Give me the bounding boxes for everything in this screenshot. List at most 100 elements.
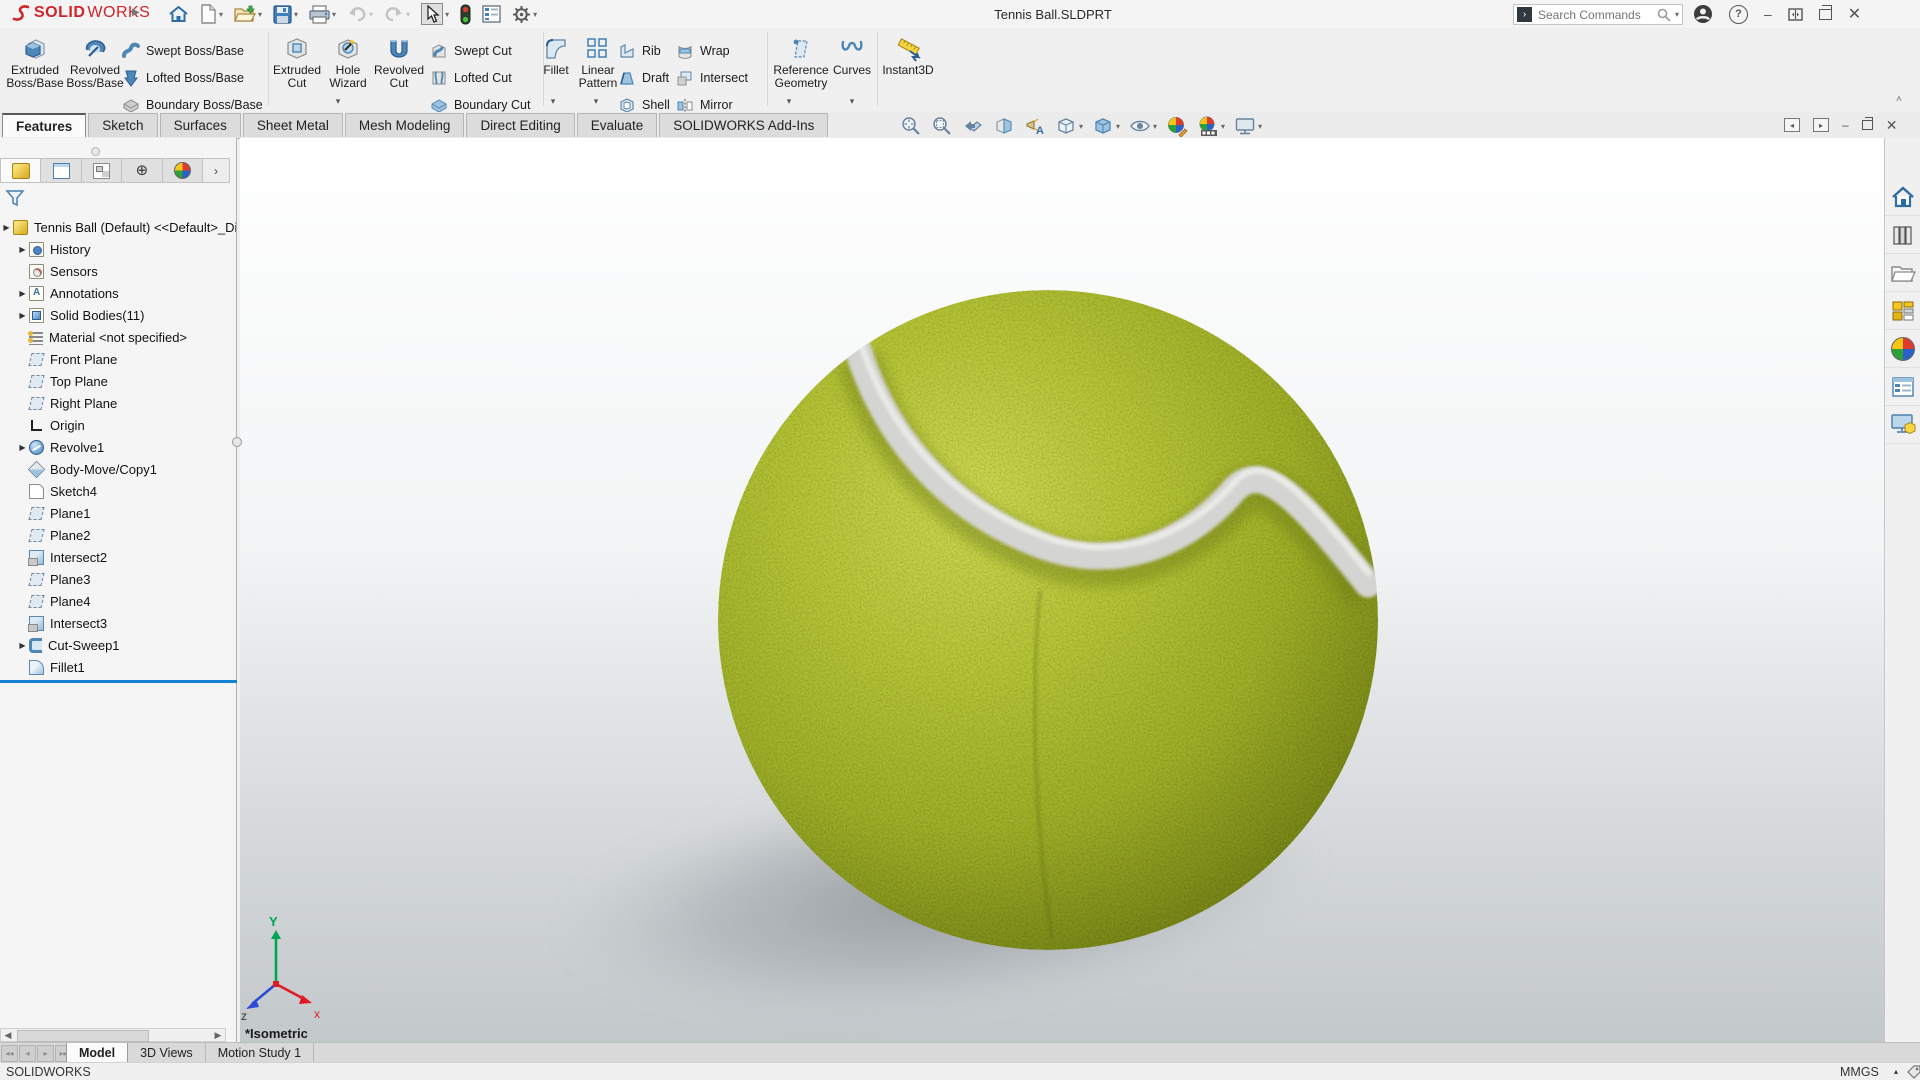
taskpane-design-library-button[interactable] (1885, 216, 1920, 254)
taskpane-file-explorer-button[interactable] (1885, 254, 1920, 292)
zoom-to-area-button[interactable] (931, 115, 953, 137)
apply-scene-button[interactable]: ▾ (1197, 115, 1225, 137)
tree-item[interactable]: ▶ Material <not specified> (0, 326, 236, 348)
fillet-flyout-arrow[interactable]: ▾ (545, 96, 561, 107)
dynamic-annotation-views-button[interactable]: A (1024, 115, 1046, 137)
document-tab[interactable]: 3D Views (128, 1043, 206, 1063)
ribbon-collapse-chevron[interactable]: ˄ (1896, 94, 1902, 105)
intersect-button[interactable]: Intersect (676, 69, 748, 87)
filter-funnel-icon[interactable] (5, 188, 25, 208)
select-tool-dropdown[interactable]: ▾ (445, 10, 449, 19)
tree-item[interactable]: ▶ Intersect3 (0, 612, 236, 634)
user-account-icon[interactable] (1693, 4, 1713, 24)
split-pane-right-button[interactable]: ▸ (1813, 118, 1829, 132)
maximize-span-button[interactable] (1788, 8, 1803, 21)
doc-restore-button[interactable] (1862, 120, 1873, 130)
lofted-boss-base-button[interactable]: Lofted Boss/Base (122, 69, 244, 87)
tree-item[interactable]: ▶ Origin (0, 414, 236, 436)
curves-flyout-arrow[interactable]: ▾ (844, 96, 860, 107)
tree-item[interactable]: ▶ Revolve1 (0, 436, 236, 458)
print-button[interactable]: ▾ (309, 5, 336, 24)
tree-expand-arrow[interactable]: ▶ (16, 245, 29, 254)
tree-item[interactable]: ▶ Top Plane (0, 370, 236, 392)
tree-expand-arrow[interactable]: ▶ (16, 289, 29, 298)
search-dropdown[interactable]: ▾ (1675, 10, 1679, 19)
wrap-button[interactable]: Wrap (676, 42, 730, 60)
tab-featuremanager-tree[interactable] (1, 159, 41, 182)
search-icon[interactable] (1657, 8, 1671, 22)
revolved-cut-button[interactable]: Revolved Cut (367, 30, 431, 90)
command-tab[interactable]: Direct Editing (466, 113, 574, 137)
view-settings-dropdown[interactable]: ▾ (1258, 122, 1262, 131)
tree-item[interactable]: ▶ Plane3 (0, 568, 236, 590)
tree-root-row[interactable]: ▶ Tennis Ball (Default) <<Default>_Displ… (0, 216, 236, 238)
save-dropdown[interactable]: ▾ (294, 10, 298, 19)
swept-boss-base-button[interactable]: Swept Boss/Base (122, 42, 244, 60)
next-tab-button[interactable]: ▸ (37, 1045, 54, 1062)
document-tab[interactable]: Motion Study 1 (206, 1043, 314, 1063)
options-button[interactable]: ▾ (512, 5, 537, 24)
tree-item[interactable]: ▶ Right Plane (0, 392, 236, 414)
doc-minimize-button[interactable]: – (1842, 118, 1849, 132)
tab-dimxpert-manager[interactable]: ⊕ (122, 159, 162, 182)
tree-expand-arrow[interactable]: ▶ (16, 641, 29, 650)
open-dropdown[interactable]: ▾ (258, 10, 262, 19)
select-tool-button[interactable]: ▾ (421, 3, 449, 25)
save-button[interactable]: ▾ (273, 5, 298, 24)
tree-item[interactable]: ▶ Annotations (0, 282, 236, 304)
tree-item[interactable]: ▶ Plane1 (0, 502, 236, 524)
tree-item[interactable]: ▶ Body-Move/Copy1 (0, 458, 236, 480)
display-style-dropdown[interactable]: ▾ (1116, 122, 1120, 131)
options-dropdown[interactable]: ▾ (533, 10, 537, 19)
tree-item[interactable]: ▶ Sketch4 (0, 480, 236, 502)
file-properties-button[interactable] (482, 5, 501, 23)
status-tag-icon[interactable] (1906, 1064, 1920, 1079)
command-tab[interactable]: Evaluate (577, 113, 658, 137)
tree-item[interactable]: ▶ Front Plane (0, 348, 236, 370)
rollback-bar[interactable] (0, 680, 237, 683)
tree-item[interactable]: ▶ Plane4 (0, 590, 236, 612)
command-tab[interactable]: Sheet Metal (243, 113, 343, 137)
scrollbar-thumb[interactable] (17, 1030, 149, 1042)
taskpane-home-button[interactable] (1885, 178, 1920, 216)
taskpane-view-palette-button[interactable] (1885, 292, 1920, 330)
command-tab[interactable]: Features (2, 113, 86, 137)
redo-button[interactable]: ▾ (384, 5, 410, 23)
tree-expand-arrow[interactable]: ▶ (0, 223, 13, 232)
command-tab[interactable]: SOLIDWORKS Add-Ins (659, 113, 828, 137)
help-icon[interactable]: ? (1729, 5, 1748, 24)
tree-expand-arrow[interactable]: ▶ (16, 443, 29, 452)
document-tab[interactable]: Model (66, 1043, 128, 1063)
edit-appearance-button[interactable] (1166, 115, 1188, 137)
close-button[interactable]: ✕ (1848, 4, 1861, 24)
revolved-boss-base-button[interactable]: Revolved Boss/Base (63, 30, 127, 90)
redo-dropdown[interactable]: ▾ (406, 10, 410, 19)
units-selector[interactable]: MMGS (1840, 1065, 1879, 1079)
search-commands-box[interactable]: › ▾ (1513, 4, 1683, 25)
instant3d-button[interactable]: Instant3D (877, 30, 939, 77)
tree-item[interactable]: ▶ History (0, 238, 236, 260)
section-view-button[interactable] (993, 115, 1015, 137)
view-orientation-dropdown[interactable]: ▾ (1079, 122, 1083, 131)
taskpane-custom-properties-button[interactable] (1885, 368, 1920, 406)
tree-item[interactable]: ▶ Sensors (0, 260, 236, 282)
curves-button[interactable]: Curves (829, 30, 875, 77)
swept-cut-button[interactable]: Swept Cut (430, 42, 512, 60)
tree-item[interactable]: ▶ Solid Bodies(11) (0, 304, 236, 326)
rebuild-button[interactable] (460, 4, 471, 25)
tree-item[interactable]: ▶ Plane2 (0, 524, 236, 546)
panel-collapse-grip[interactable] (91, 147, 100, 156)
prev-tab-button[interactable]: ◂ (19, 1045, 36, 1062)
extruded-boss-base-button[interactable]: Extruded Boss/Base (3, 30, 67, 90)
previous-view-button[interactable] (962, 115, 984, 137)
draft-button[interactable]: Draft (618, 69, 669, 87)
units-dropdown-arrow[interactable]: ▴ (1894, 1067, 1898, 1076)
reference-geometry-flyout-arrow[interactable]: ▾ (781, 96, 797, 107)
scroll-left-arrow[interactable]: ◀ (1, 1030, 15, 1041)
panel-splitter-grip[interactable] (232, 437, 242, 447)
hole-wizard-flyout-arrow[interactable]: ▾ (330, 96, 346, 107)
reference-geometry-button[interactable]: Reference Geometry (769, 30, 833, 90)
split-pane-left-button[interactable]: ◂ (1784, 118, 1800, 132)
view-orientation-button[interactable]: ▾ (1055, 115, 1083, 137)
expand-pane-button[interactable]: › (203, 159, 229, 182)
